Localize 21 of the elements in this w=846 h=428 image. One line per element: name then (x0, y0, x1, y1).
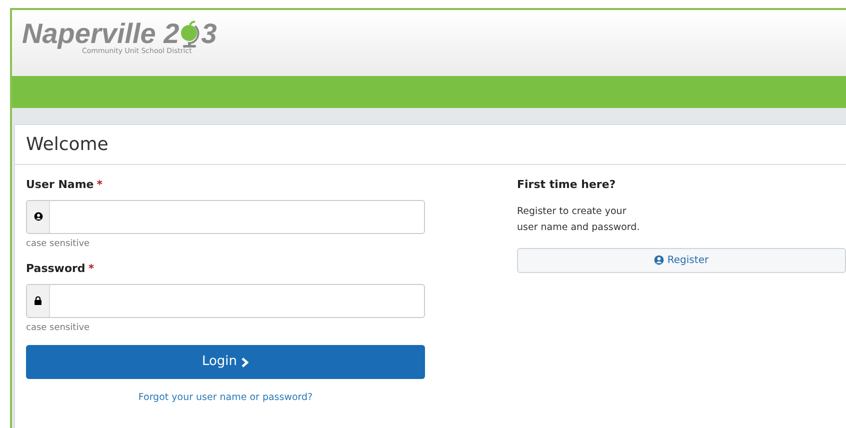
field-label: Password (26, 261, 86, 277)
lock-icon (34, 296, 42, 305)
forgot-password-link[interactable]: Forgot your user name or password? (138, 391, 313, 406)
user-icon (654, 255, 664, 265)
page-title: Welcome (26, 133, 108, 157)
required-mark: * (96, 177, 103, 193)
globe-icon (179, 20, 202, 48)
register-description: Register to create your user name and password. (517, 204, 641, 234)
login-button[interactable]: Login (26, 345, 425, 379)
logo-wordmark: Naperville 2 (22, 18, 180, 49)
required-mark: * (88, 261, 94, 277)
user-icon (34, 212, 42, 221)
register-button[interactable]: Register (517, 248, 846, 272)
field-hint: case sensitive (26, 322, 91, 334)
field-hint: case sensitive (26, 238, 91, 250)
logo-wordmark-end: 3 (201, 18, 217, 50)
field-label: User Name (26, 177, 94, 193)
input-field[interactable] (26, 284, 425, 318)
input-field[interactable] (26, 200, 425, 234)
register-heading: First time here? (517, 177, 617, 193)
chevron-right-icon (241, 356, 250, 368)
